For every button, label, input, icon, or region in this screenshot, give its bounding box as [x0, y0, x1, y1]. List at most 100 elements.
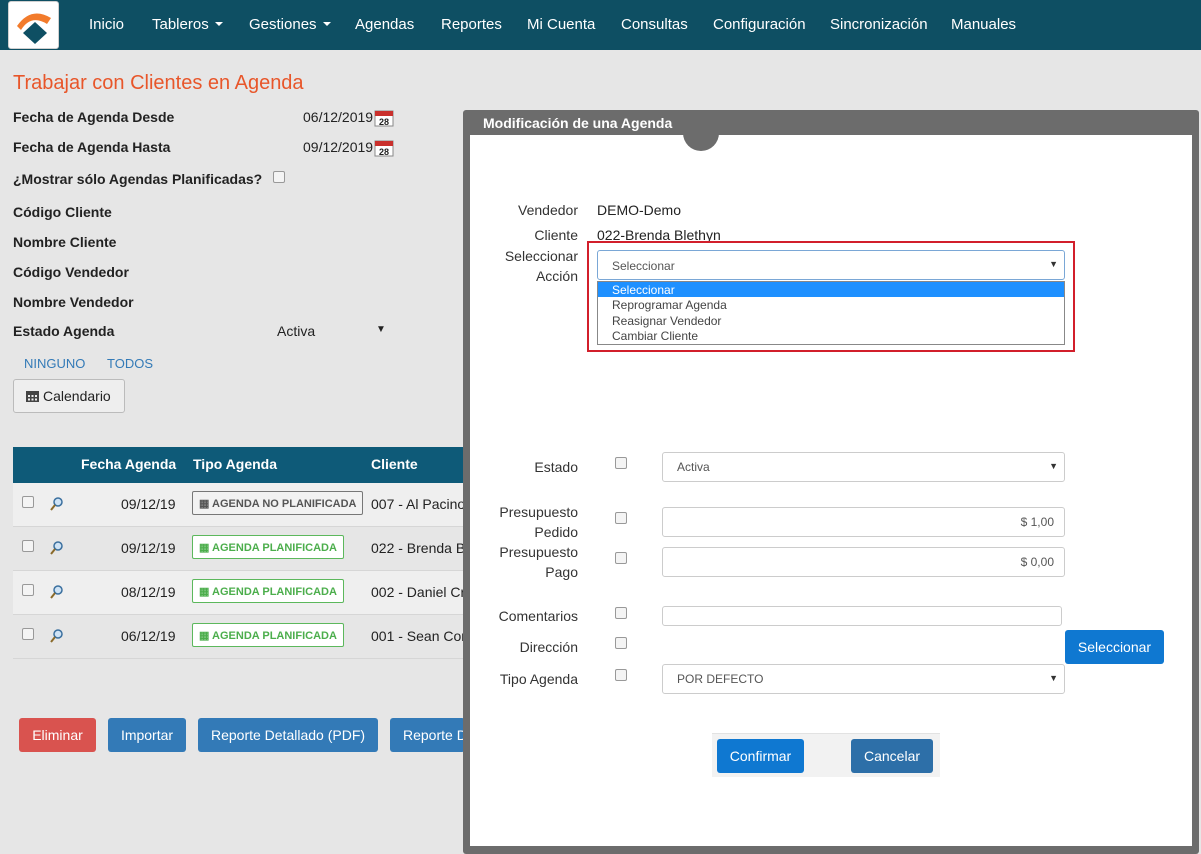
cliente-label: Cliente [534, 227, 578, 243]
fecha-desde-label: Fecha de Agenda Desde [13, 109, 175, 125]
tipo-agenda-label: Tipo Agenda [499, 671, 578, 687]
comentarios-label: Comentarios [498, 608, 578, 624]
nav-manuales[interactable]: Manuales [951, 16, 1016, 33]
eliminar-button[interactable]: Eliminar [19, 718, 96, 752]
app-logo[interactable] [8, 1, 59, 49]
nav-configuracion[interactable]: Configuración [713, 16, 806, 33]
calendar-icon: ▦ [199, 630, 213, 642]
accion-label: Seleccionar [504, 248, 578, 264]
accion-select-value: Seleccionar [612, 259, 675, 273]
caret-down-icon [214, 22, 223, 26]
cliente-cell: 001 - Sean Cor [371, 628, 466, 644]
tipo-agenda-badge: ▦ AGENDA PLANIFICADA [192, 623, 344, 647]
row-checkbox[interactable] [22, 584, 34, 596]
fecha-cell: 08/12/19 [121, 584, 176, 600]
fecha-desde-input[interactable]: 06/12/2019 [303, 109, 373, 125]
column-header[interactable]: Tipo Agenda [193, 456, 277, 472]
comentarios-input[interactable] [662, 606, 1062, 626]
fecha-cell: 09/12/19 [121, 496, 176, 512]
solo-planificadas-checkbox[interactable] [273, 171, 285, 183]
nav-mi-cuenta[interactable]: Mi Cuenta [527, 16, 595, 33]
row-checkbox[interactable] [22, 540, 34, 552]
presupuesto-pago-checkbox[interactable] [615, 552, 627, 564]
nav-consultas[interactable]: Consultas [621, 16, 688, 33]
modal-title: Modificación de una Agenda [483, 115, 673, 131]
calendar-icon: ▦ [199, 586, 213, 598]
calendario-button[interactable]: Calendario [13, 379, 125, 413]
caret-down-icon [322, 22, 331, 26]
direccion-checkbox[interactable] [615, 637, 627, 649]
reporte-pdf-button[interactable]: Reporte Detallado (PDF) [198, 718, 378, 752]
accion-option[interactable]: Reasignar Vendedor [598, 313, 1064, 328]
presupuesto-pago-label-line2: Pago [545, 564, 578, 580]
nombre-vendedor-label: Nombre Vendedor [13, 294, 134, 310]
logo-icon [17, 13, 51, 44]
close-icon[interactable] [683, 115, 719, 151]
estado-label: Estado [534, 459, 578, 475]
confirmar-button[interactable]: Confirmar [717, 739, 804, 773]
vendedor-label: Vendedor [518, 202, 578, 218]
presupuesto-pedido-input[interactable]: $ 1,00 [662, 507, 1065, 537]
todos-link[interactable]: TODOS [107, 356, 153, 371]
estado-agenda-label: Estado Agenda [13, 323, 115, 339]
tipo-agenda-checkbox[interactable] [615, 669, 627, 681]
row-checkbox[interactable] [22, 628, 34, 640]
magnifier-icon[interactable] [50, 585, 64, 599]
chevron-down-icon: ▼ [1049, 673, 1058, 683]
calendar-day-text: 28 [379, 117, 389, 127]
accion-option[interactable]: Reprogramar Agenda [598, 297, 1064, 312]
tipo-agenda-badge: ▦ AGENDA NO PLANIFICADA [192, 491, 364, 515]
table-row[interactable]: 06/12/19 ▦ AGENDA PLANIFICADA 001 - Sean… [13, 615, 466, 659]
cliente-cell: 002 - Daniel Cr [371, 584, 466, 600]
tipo-agenda-select-value: POR DEFECTO [677, 672, 764, 686]
fecha-hasta-input[interactable]: 09/12/2019 [303, 139, 373, 155]
accion-dropdown-list: Seleccionar Reprogramar Agenda Reasignar… [597, 281, 1065, 345]
calendar-icon [26, 391, 39, 402]
importar-button[interactable]: Importar [108, 718, 186, 752]
cancelar-button[interactable]: Cancelar [851, 739, 933, 773]
estado-select-value: Activa [677, 460, 710, 474]
codigo-cliente-label: Código Cliente [13, 204, 112, 220]
estado-agenda-select[interactable]: Activa [277, 323, 315, 339]
calendario-button-label: Calendario [43, 388, 111, 404]
magnifier-icon[interactable] [50, 541, 64, 555]
nav-reportes[interactable]: Reportes [441, 16, 502, 33]
fecha-cell: 06/12/19 [121, 628, 176, 644]
calendar-icon: ▦ [199, 542, 213, 554]
direccion-select-button[interactable]: Seleccionar [1065, 630, 1164, 664]
estado-checkbox[interactable] [615, 457, 627, 469]
nav-agendas[interactable]: Agendas [355, 16, 414, 33]
comentarios-checkbox[interactable] [615, 607, 627, 619]
nav-inicio[interactable]: Inicio [89, 16, 124, 33]
estado-select[interactable]: Activa ▼ [662, 452, 1065, 482]
table-row[interactable]: 08/12/19 ▦ AGENDA PLANIFICADA 002 - Dani… [13, 571, 465, 615]
chevron-down-icon: ▼ [1049, 461, 1058, 471]
top-navbar: Inicio Tableros Gestiones Agendas Report… [0, 0, 1201, 50]
accion-option[interactable]: Cambiar Cliente [598, 328, 1064, 343]
row-checkbox[interactable] [22, 496, 34, 508]
presupuesto-pago-label: Presupuesto [499, 544, 578, 560]
table-row[interactable]: 09/12/19 ▦ AGENDA NO PLANIFICADA 007 - A… [13, 483, 465, 527]
column-header[interactable]: Cliente [371, 456, 418, 472]
ninguno-link[interactable]: NINGUNO [24, 356, 85, 371]
magnifier-icon[interactable] [50, 629, 64, 643]
accion-select[interactable]: Seleccionar ▼ [597, 250, 1065, 280]
magnifier-icon[interactable] [50, 497, 64, 511]
fecha-cell: 09/12/19 [121, 540, 176, 556]
tipo-agenda-select[interactable]: POR DEFECTO ▼ [662, 664, 1065, 694]
calendar-icon[interactable]: 28 [374, 109, 394, 127]
tipo-agenda-badge: ▦ AGENDA PLANIFICADA [192, 535, 344, 559]
column-header[interactable]: Fecha Agenda [81, 456, 176, 472]
nav-sincronizacion[interactable]: Sincronización [830, 16, 928, 33]
nav-tableros[interactable]: Tableros [152, 16, 223, 33]
presupuesto-pedido-checkbox[interactable] [615, 512, 627, 524]
accion-option[interactable]: Seleccionar [598, 282, 1064, 297]
table-row[interactable]: 09/12/19 ▦ AGENDA PLANIFICADA 022 - Bren… [13, 527, 465, 571]
nav-gestiones[interactable]: Gestiones [249, 16, 331, 33]
presupuesto-pago-input[interactable]: $ 0,00 [662, 547, 1065, 577]
calendar-icon[interactable]: 28 [374, 139, 394, 157]
chevron-down-icon[interactable]: ▼ [376, 324, 386, 335]
nombre-cliente-label: Nombre Cliente [13, 234, 117, 250]
reporte-button[interactable]: Reporte D [390, 718, 465, 752]
direccion-label: Dirección [519, 639, 578, 655]
